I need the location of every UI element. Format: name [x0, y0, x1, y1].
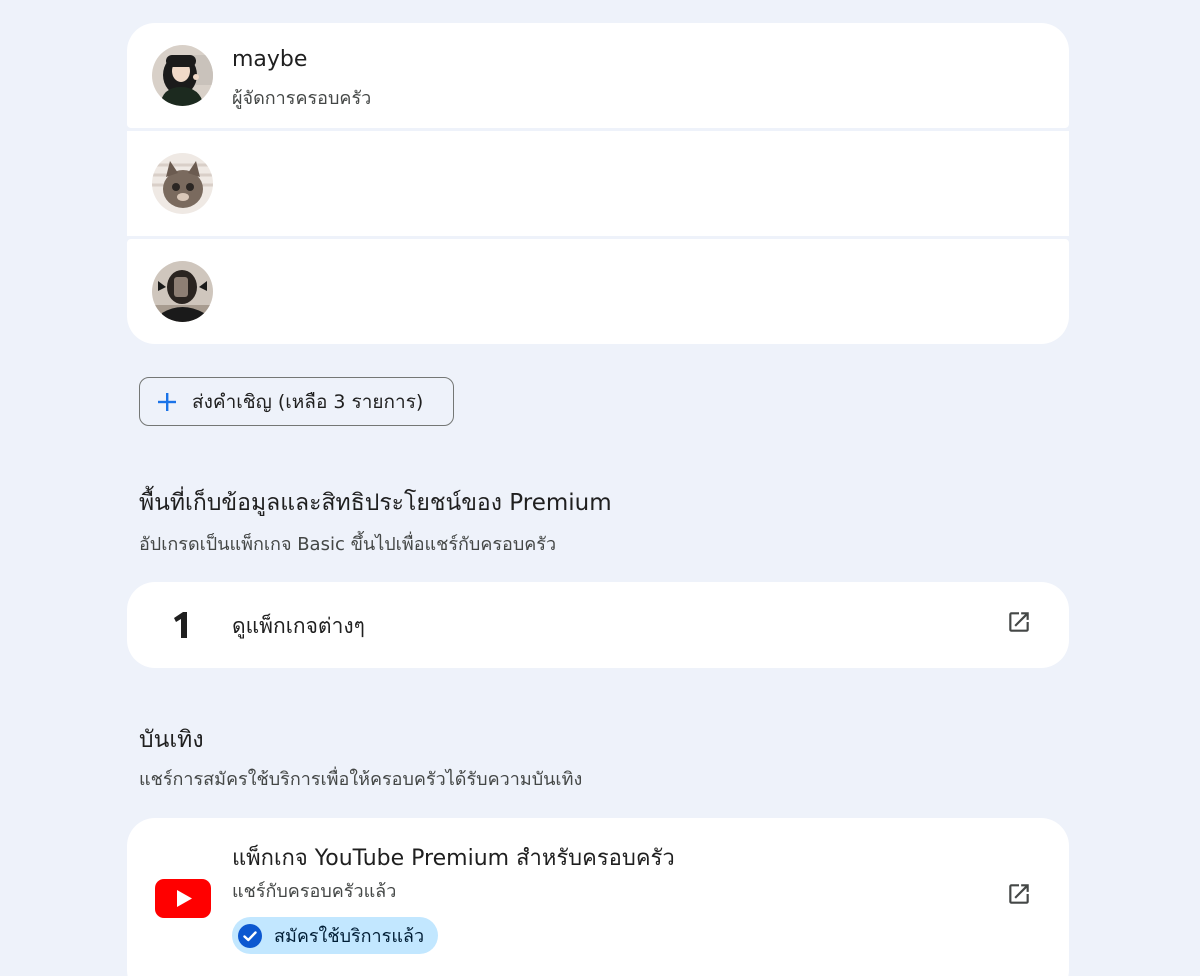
- member-row[interactable]: [127, 239, 1069, 344]
- view-packages-label: ดูแพ็กเกจต่างๆ: [232, 614, 365, 638]
- open-external-icon[interactable]: [1006, 609, 1032, 635]
- check-circle-icon: [238, 923, 262, 948]
- avatar-photo-woman-icon: [152, 45, 213, 106]
- member-row[interactable]: [127, 131, 1069, 236]
- family-group-page: maybe ผู้จัดการครอบครัว ส่งคำเชิญ (เหลือ…: [0, 0, 1200, 976]
- youtube-premium-title: แพ็กเกจ YouTube Premium สำหรับครอบครัว: [232, 846, 675, 871]
- avatar-photo-mirror-selfie-icon: [152, 261, 213, 322]
- plus-icon: [158, 392, 176, 411]
- member-role: ผู้จัดการครอบครัว: [232, 88, 372, 109]
- member-name: maybe: [232, 47, 308, 72]
- youtube-icon: [155, 879, 211, 918]
- entertainment-section-subtitle: แชร์การสมัครใช้บริการเพื่อให้ครอบครัวได้…: [139, 769, 583, 790]
- youtube-premium-subtitle: แชร์กับครอบครัวแล้ว: [232, 881, 397, 902]
- google-one-icon: [174, 612, 187, 638]
- view-packages-item[interactable]: ดูแพ็กเกจต่างๆ: [127, 582, 1069, 668]
- open-external-icon[interactable]: [1006, 881, 1032, 907]
- youtube-premium-item[interactable]: แพ็กเกจ YouTube Premium สำหรับครอบครัว แ…: [127, 818, 1069, 976]
- send-invite-button[interactable]: ส่งคำเชิญ (เหลือ 3 รายการ): [139, 377, 454, 426]
- entertainment-section-title: บันเทิง: [139, 727, 204, 753]
- send-invite-label: ส่งคำเชิญ (เหลือ 3 รายการ): [192, 390, 424, 413]
- family-members-list: maybe ผู้จัดการครอบครัว: [127, 23, 1069, 344]
- subscribed-badge-label: สมัครใช้บริการแล้ว: [274, 926, 425, 947]
- subscribed-badge: สมัครใช้บริการแล้ว: [232, 917, 439, 954]
- storage-section-title: พื้นที่เก็บข้อมูลและสิทธิประโยชน์ของ Pre…: [139, 490, 612, 516]
- storage-section-subtitle: อัปเกรดเป็นแพ็กเกจ Basic ขึ้นไปเพื่อแชร์…: [139, 534, 557, 555]
- member-row[interactable]: maybe ผู้จัดการครอบครัว: [127, 23, 1069, 128]
- avatar-photo-cat-icon: [152, 153, 213, 214]
